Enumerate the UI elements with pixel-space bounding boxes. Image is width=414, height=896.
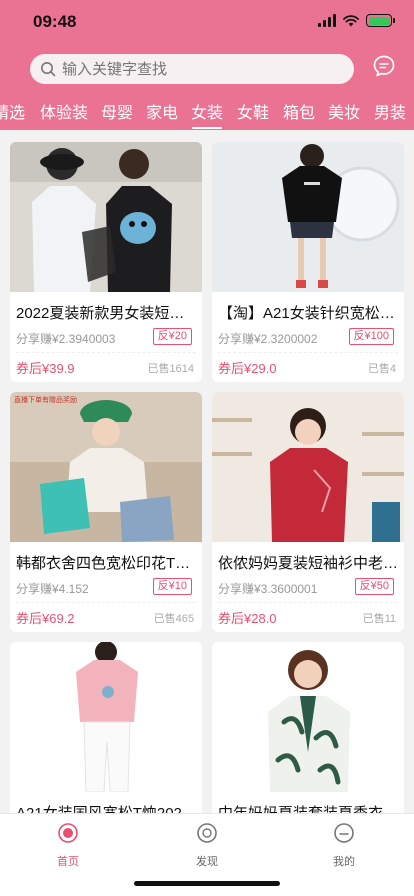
sold-count: 已售465 <box>153 613 194 625</box>
tab-trial[interactable]: 体验装 <box>40 99 88 127</box>
status-icons <box>318 14 395 27</box>
message-button[interactable] <box>372 54 398 80</box>
product-title: 【淘】A21女装针织宽松印花短袖T恤 <box>218 305 400 322</box>
home-indicator <box>134 881 280 886</box>
share-earn: 分享赚¥4.152 <box>16 582 89 596</box>
coupon-price: 券后¥28.0 <box>218 611 277 626</box>
product-title: 韩都衣舍四色宽松印花T恤短袖女装 <box>16 555 198 572</box>
sold-count: 已售11 <box>362 613 396 625</box>
search-icon <box>41 62 56 77</box>
search-input[interactable] <box>62 60 322 78</box>
share-earn: 分享赚¥2.3200002 <box>218 332 318 346</box>
wifi-icon <box>343 14 359 26</box>
coupon-price: 券后¥69.2 <box>16 611 75 626</box>
tab-womens-clothing[interactable]: 女装 <box>190 99 224 129</box>
nav-discover-label: 发现 <box>196 856 218 868</box>
product-title: 2022夏装新款男女装短袖体恤宽松T恤 <box>16 305 198 322</box>
tab-featured[interactable]: 精选 <box>0 99 26 127</box>
tab-beauty[interactable]: 美妆 <box>327 99 361 127</box>
divider <box>16 352 196 353</box>
divider <box>218 352 398 353</box>
product-image <box>10 142 202 292</box>
rebate-badge: 反¥10 <box>152 578 192 595</box>
tab-appliances[interactable]: 家电 <box>145 99 179 127</box>
rebate-badge: 反¥20 <box>152 328 192 345</box>
rebate-badge: 反¥100 <box>348 328 394 345</box>
battery-icon <box>366 14 395 27</box>
status-time: 09:48 <box>33 12 77 31</box>
tab-womens-shoes[interactable]: 女鞋 <box>236 99 270 127</box>
search-bar[interactable] <box>30 54 354 84</box>
nav-mine-label: 我的 <box>333 856 355 868</box>
tab-baby[interactable]: 母婴 <box>100 99 134 127</box>
nav-mine[interactable]: 我的 <box>304 822 384 869</box>
product-image: 直播下单有赠品奖励 <box>10 392 202 542</box>
product-card[interactable]: 直播下单有赠品奖励 韩都衣舍四色宽松印花T恤短袖女装 分享赚¥4.152 反¥1… <box>10 392 202 632</box>
product-image <box>10 642 202 792</box>
home-icon <box>58 823 78 843</box>
divider <box>16 602 196 603</box>
sold-count: 已售4 <box>367 363 396 375</box>
app-header: 09:48 精选 体验装 母婴 家电 <box>0 0 414 130</box>
nav-home[interactable]: 首页 <box>28 822 108 869</box>
tab-bags[interactable]: 箱包 <box>282 99 316 127</box>
product-title: 依侬妈妈夏装短袖衫中老年女装上衣 <box>218 555 400 572</box>
product-card[interactable]: 【淘】A21女装针织宽松印花短袖T恤 分享赚¥2.3200002 反¥100 券… <box>212 142 404 382</box>
signal-icon <box>318 14 336 27</box>
rebate-badge: 反¥50 <box>354 578 394 595</box>
nav-home-label: 首页 <box>57 856 79 868</box>
product-image <box>212 392 404 542</box>
tab-mens-clothing[interactable]: 男装 <box>373 99 407 127</box>
product-title: 中年妈妈夏装套装夏季衣服女两件套 <box>218 802 400 813</box>
category-tabs: 精选 体验装 母婴 家电 女装 女鞋 箱包 美妆 男装 <box>0 96 414 130</box>
product-title: A21女装国风宽松T恤2022新款夏季 <box>16 802 198 813</box>
status-bar: 09:48 <box>0 0 414 44</box>
product-image <box>212 142 404 292</box>
share-earn: 分享赚¥2.3940003 <box>16 332 116 346</box>
product-card[interactable]: 依侬妈妈夏装短袖衫中老年女装上衣 分享赚¥3.3600001 反¥50 券后¥2… <box>212 392 404 632</box>
share-earn: 分享赚¥3.3600001 <box>218 582 318 596</box>
discover-icon <box>197 823 217 843</box>
product-grid: 2022夏装新款男女装短袖体恤宽松T恤 分享赚¥2.3940003 反¥20 券… <box>0 130 414 813</box>
image-caption: 直播下单有赠品奖励 <box>14 397 77 404</box>
sold-count: 已售1614 <box>147 363 194 375</box>
coupon-price: 券后¥29.0 <box>218 361 277 376</box>
product-card[interactable]: 2022夏装新款男女装短袖体恤宽松T恤 分享赚¥2.3940003 反¥20 券… <box>10 142 202 382</box>
divider <box>218 602 398 603</box>
nav-discover[interactable]: 发现 <box>167 822 247 869</box>
chat-bubble-icon <box>373 55 395 77</box>
product-image <box>212 642 404 792</box>
profile-icon <box>334 823 354 843</box>
product-card[interactable]: 中年妈妈夏装套装夏季衣服女两件套 <box>212 642 404 813</box>
coupon-price: 券后¥39.9 <box>16 361 75 376</box>
product-card[interactable]: A21女装国风宽松T恤2022新款夏季 <box>10 642 202 813</box>
